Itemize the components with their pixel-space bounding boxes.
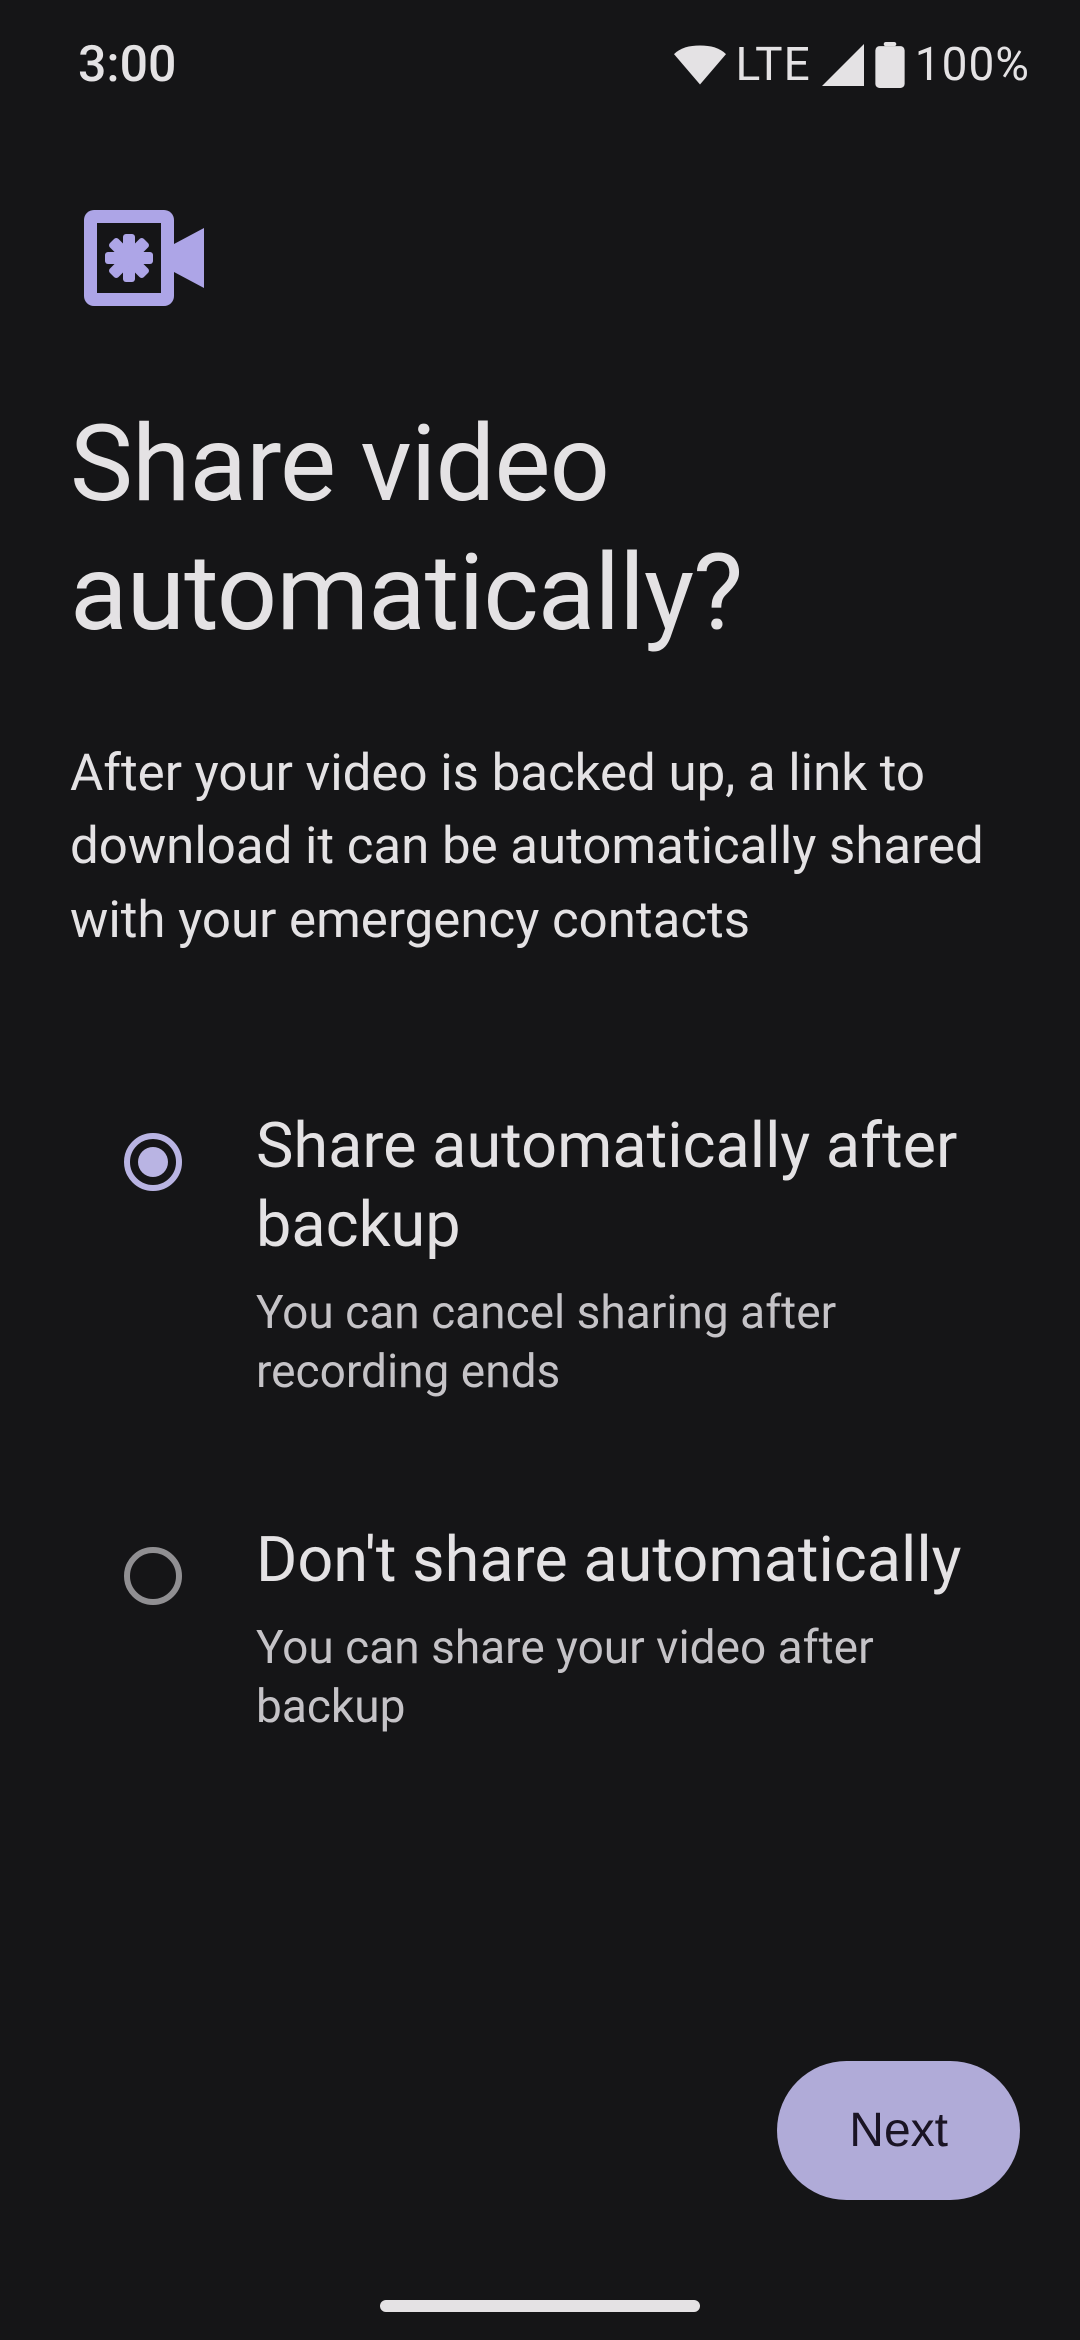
- option-text: Share automatically after backup You can…: [256, 1107, 990, 1402]
- emergency-video-icon: [84, 291, 204, 310]
- next-button[interactable]: Next: [777, 2061, 1020, 2200]
- battery-icon: [875, 42, 905, 88]
- network-label: LTE: [736, 38, 811, 92]
- footer: Next: [777, 2061, 1020, 2200]
- navigation-handle[interactable]: [380, 2300, 700, 2312]
- status-time: 3:00: [78, 36, 176, 94]
- option-subtitle: You can share your video after backup: [256, 1619, 990, 1737]
- option-title: Don't share automatically: [256, 1521, 990, 1600]
- option-dont-share[interactable]: Don't share automatically You can share …: [124, 1521, 990, 1736]
- wifi-icon: [674, 45, 726, 85]
- page-icon-container: [84, 210, 1010, 310]
- radio-selected-icon: [124, 1133, 182, 1191]
- signal-icon: [821, 44, 865, 86]
- battery-label: 100%: [915, 38, 1030, 92]
- page-description: After your video is backed up, a link to…: [70, 737, 1010, 957]
- option-title: Share automatically after backup: [256, 1107, 990, 1266]
- main-content: Share video automatically? After your vi…: [0, 110, 1080, 1737]
- radio-unselected-icon: [124, 1547, 182, 1605]
- option-subtitle: You can cancel sharing after recording e…: [256, 1284, 990, 1402]
- status-right: LTE 100%: [674, 38, 1030, 92]
- radio-group: Share automatically after backup You can…: [70, 1107, 1010, 1737]
- page-title: Share video automatically?: [70, 400, 1010, 659]
- status-bar: 3:00 LTE 100%: [0, 0, 1080, 110]
- option-text: Don't share automatically You can share …: [256, 1521, 990, 1736]
- option-share-automatically[interactable]: Share automatically after backup You can…: [124, 1107, 990, 1402]
